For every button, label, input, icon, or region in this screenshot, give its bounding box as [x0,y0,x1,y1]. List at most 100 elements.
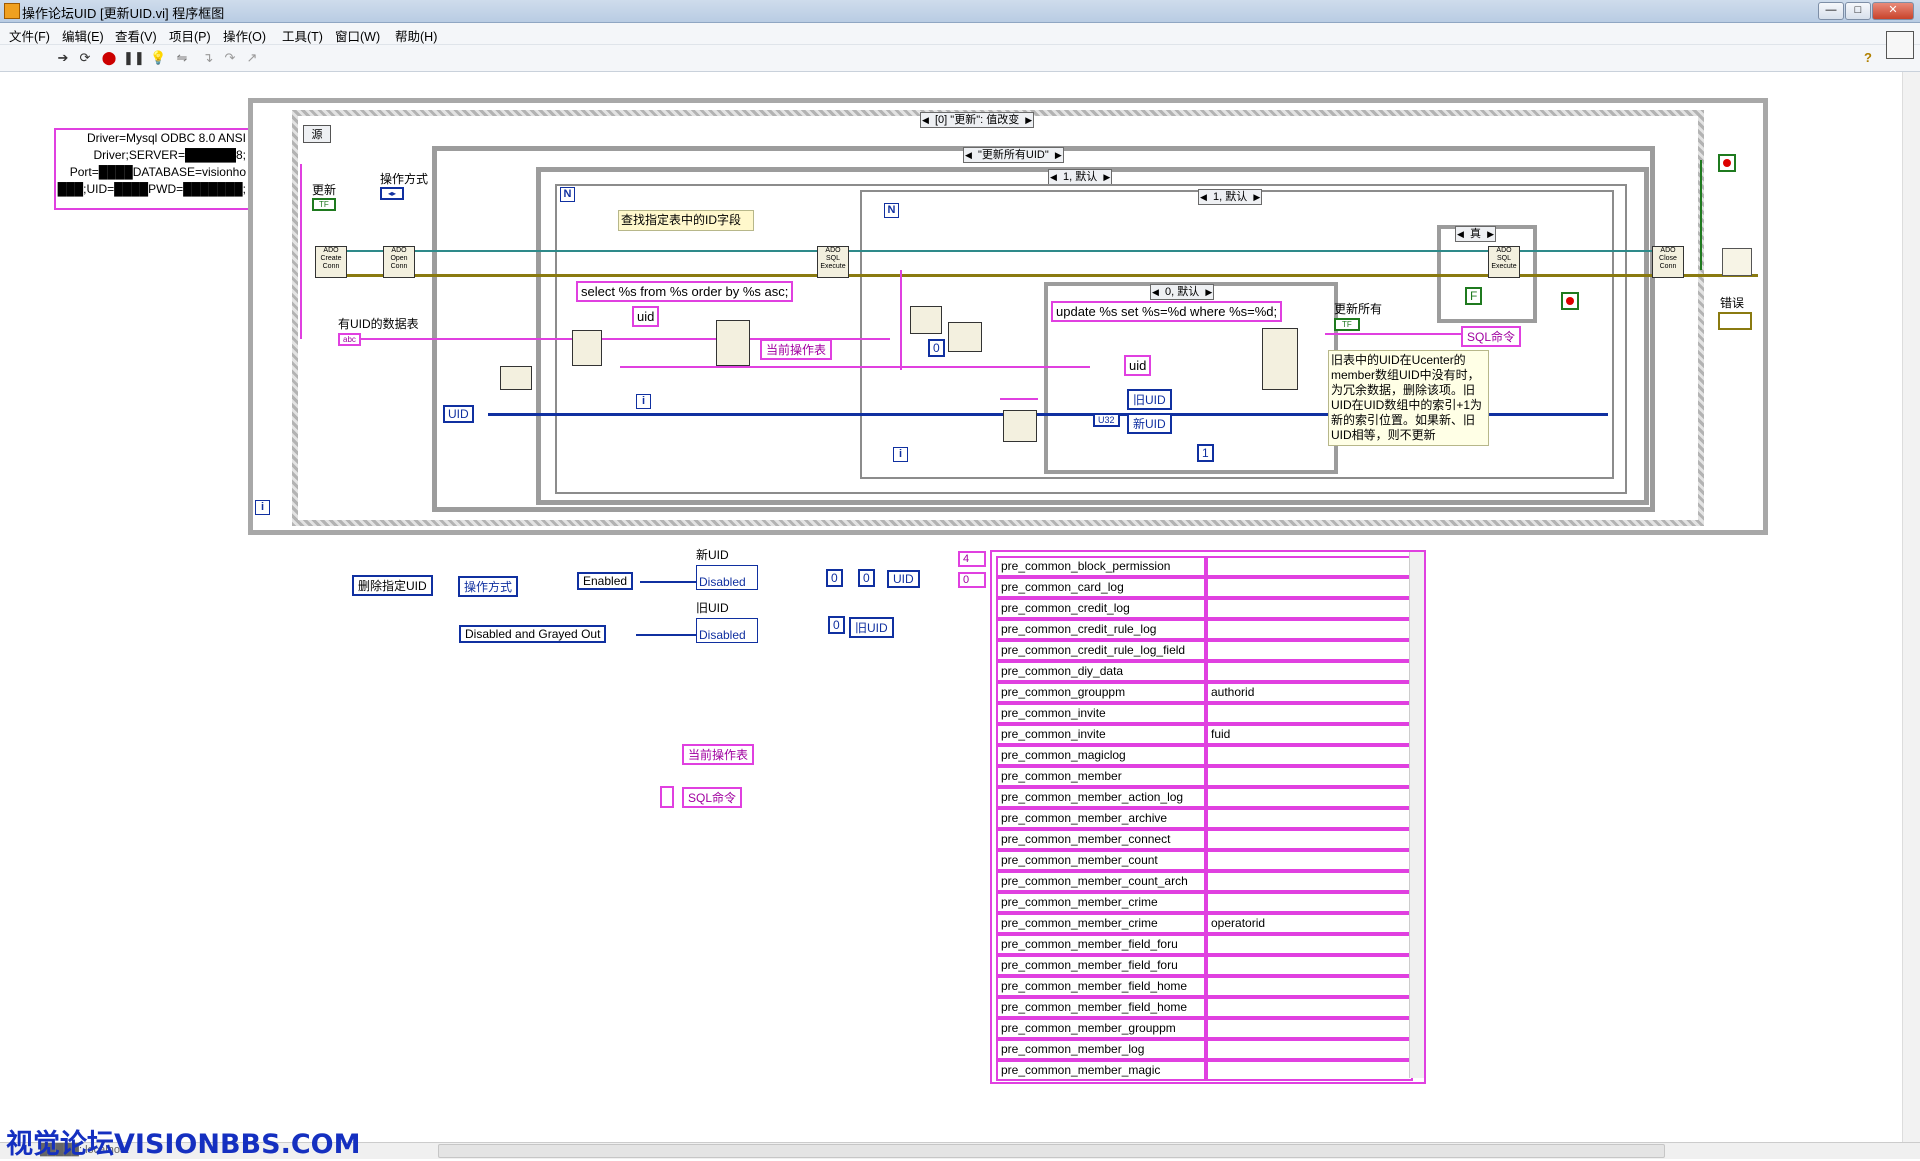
event-data-node-source[interactable]: 源 [303,125,331,143]
menu-file[interactable]: 文件(F) [9,26,50,45]
current-table-local-var[interactable]: 当前操作表 [760,339,833,360]
table-cell-field[interactable] [1206,598,1413,619]
table-cell-name[interactable]: pre_common_member_connect [996,829,1206,850]
horizontal-scrollbar[interactable] [438,1144,1665,1158]
disabled-grayed-ring-constant[interactable]: Disabled and Grayed Out [459,625,607,643]
stop-terminal[interactable] [1718,154,1736,172]
run-continuous-icon[interactable]: ⟳ [77,50,93,66]
case-selector-1-inner[interactable]: 1, 默认 [1198,189,1263,205]
uid-array-const-value[interactable]: 0 [858,569,875,587]
error-out-terminal[interactable] [1718,312,1752,330]
table-cell-name[interactable]: pre_common_grouppm [996,682,1206,703]
ado-open-conn-node[interactable]: ADO Open Conn [383,246,415,278]
table-cell-field[interactable] [1206,829,1413,850]
table-cell-field[interactable] [1206,934,1413,955]
table-cell-name[interactable]: pre_common_member_field_home [996,997,1206,1018]
current-table-local-var-lower[interactable]: 当前操作表 [682,744,755,765]
event-case-selector[interactable]: [0] "更新": 值改变 [920,112,1035,128]
case-selector-update-all[interactable]: "更新所有UID" [963,147,1064,163]
uid-local-var[interactable]: UID [887,570,920,588]
abort-icon[interactable]: ⬤ [101,50,117,66]
table-cell-field[interactable]: operatorid [1206,913,1413,934]
table-cell-field[interactable] [1206,1060,1413,1081]
table-cell-field[interactable] [1206,619,1413,640]
table-cell-name[interactable]: pre_common_magiclog [996,745,1206,766]
table-cell-name[interactable]: pre_common_member_log [996,1039,1206,1060]
ado-close-conn-node[interactable]: ADO Close Conn [1652,246,1684,278]
uid-constant-1[interactable]: uid [632,306,660,327]
old-uid-disabled-property[interactable]: Disabled [696,618,758,643]
old-uid-local-var-lower[interactable]: 旧UID [849,617,894,638]
update-all-terminal[interactable]: TF [1334,318,1360,331]
table-cell-name[interactable]: pre_common_member_magic [996,1060,1206,1081]
table-cell-field[interactable] [1206,556,1413,577]
table-cell-name[interactable]: pre_common_credit_rule_log [996,619,1206,640]
uid-table-terminal[interactable]: abc [338,333,361,346]
stop-terminal-inner[interactable] [1561,292,1579,310]
retain-wire-values-icon[interactable]: ⇋ [174,50,190,66]
table-cell-field[interactable]: fuid [1206,724,1413,745]
bool-false-constant[interactable]: F [1465,287,1483,305]
table-cell-field[interactable] [1206,892,1413,913]
table-cell-field[interactable] [1206,997,1413,1018]
table-row-index[interactable]: 4 [958,551,986,567]
update-button-terminal[interactable]: TF [312,198,336,211]
table-cell-field[interactable] [1206,661,1413,682]
table-cell-name[interactable]: pre_common_invite [996,703,1206,724]
table-cell-field[interactable] [1206,976,1413,997]
table-cell-name[interactable]: pre_common_member_archive [996,808,1206,829]
table-cell-field[interactable] [1206,745,1413,766]
uid-array-const-index[interactable]: 0 [826,569,843,587]
update-sql-constant[interactable]: update %s set %s=%d where %s=%d; [1051,301,1283,322]
context-help-icon[interactable]: ? [1860,50,1876,66]
new-uid-disabled-property[interactable]: Disabled [696,565,758,590]
select-sql-constant[interactable]: select %s from %s order by %s asc; [576,281,794,302]
menu-help[interactable]: 帮助(H) [395,26,437,45]
const-zero[interactable]: 0 [928,339,945,357]
table-cell-name[interactable]: pre_common_member [996,766,1206,787]
u32-conversion-node[interactable]: U32 [1093,413,1120,427]
maximize-button[interactable]: □ [1845,2,1871,20]
table-cell-name[interactable]: pre_common_member_field_foru [996,934,1206,955]
ado-create-conn-node[interactable]: ADO Create Conn [315,246,347,278]
run-arrow-icon[interactable]: ➔ [55,50,71,66]
ado-sql-execute-node-1[interactable]: ADO SQL Execute [817,246,849,278]
table-cell-field[interactable] [1206,1018,1413,1039]
table-cell-field[interactable] [1206,703,1413,724]
table-cell-field[interactable] [1206,577,1413,598]
table-cell-name[interactable]: pre_common_credit_rule_log_field [996,640,1206,661]
case-selector-1[interactable]: 1, 默认 [1048,169,1113,185]
highlight-execution-icon[interactable]: 💡 [150,50,166,66]
uid-constant-2[interactable]: uid [1124,355,1152,376]
table-scrollbar[interactable] [1409,552,1424,1078]
menu-project[interactable]: 项目(P) [169,26,211,45]
table-cell-name[interactable]: pre_common_diy_data [996,661,1206,682]
table-cell-name[interactable]: pre_common_member_field_home [996,976,1206,997]
table-cell-field[interactable] [1206,850,1413,871]
table-cell-field[interactable] [1206,766,1413,787]
table-cell-field[interactable] [1206,787,1413,808]
table-cell-name[interactable]: pre_common_member_crime [996,892,1206,913]
table-cell-name[interactable]: pre_common_credit_log [996,598,1206,619]
menu-view[interactable]: 查看(V) [115,26,157,45]
string-to-number-node[interactable] [948,322,982,352]
table-col-index[interactable]: 0 [958,572,986,588]
case-selector-0[interactable]: 0, 默认 [1150,284,1215,300]
step-into-icon[interactable]: ↴ [200,50,216,66]
table-cell-name[interactable]: pre_common_member_action_log [996,787,1206,808]
step-over-icon[interactable]: ↷ [222,50,238,66]
new-uid-local-var[interactable]: 新UID [1127,413,1172,434]
close-button[interactable]: ✕ [1872,2,1914,20]
enabled-ring-constant[interactable]: Enabled [577,572,634,590]
table-cell-field[interactable] [1206,871,1413,892]
table-cell-name[interactable]: pre_common_member_grouppm [996,1018,1206,1039]
table-cell-name[interactable]: pre_common_block_permission [996,556,1206,577]
op-mode-local-var[interactable]: 操作方式 [458,576,519,597]
vi-icon[interactable] [1886,31,1914,59]
table-cell-field[interactable] [1206,640,1413,661]
table-cell-name[interactable]: pre_common_member_crime [996,913,1206,934]
error-handler-icon[interactable] [1722,248,1752,276]
step-out-icon[interactable]: ↗ [244,50,260,66]
menu-edit[interactable]: 编辑(E) [62,26,104,45]
search-array-node[interactable] [1003,410,1037,442]
